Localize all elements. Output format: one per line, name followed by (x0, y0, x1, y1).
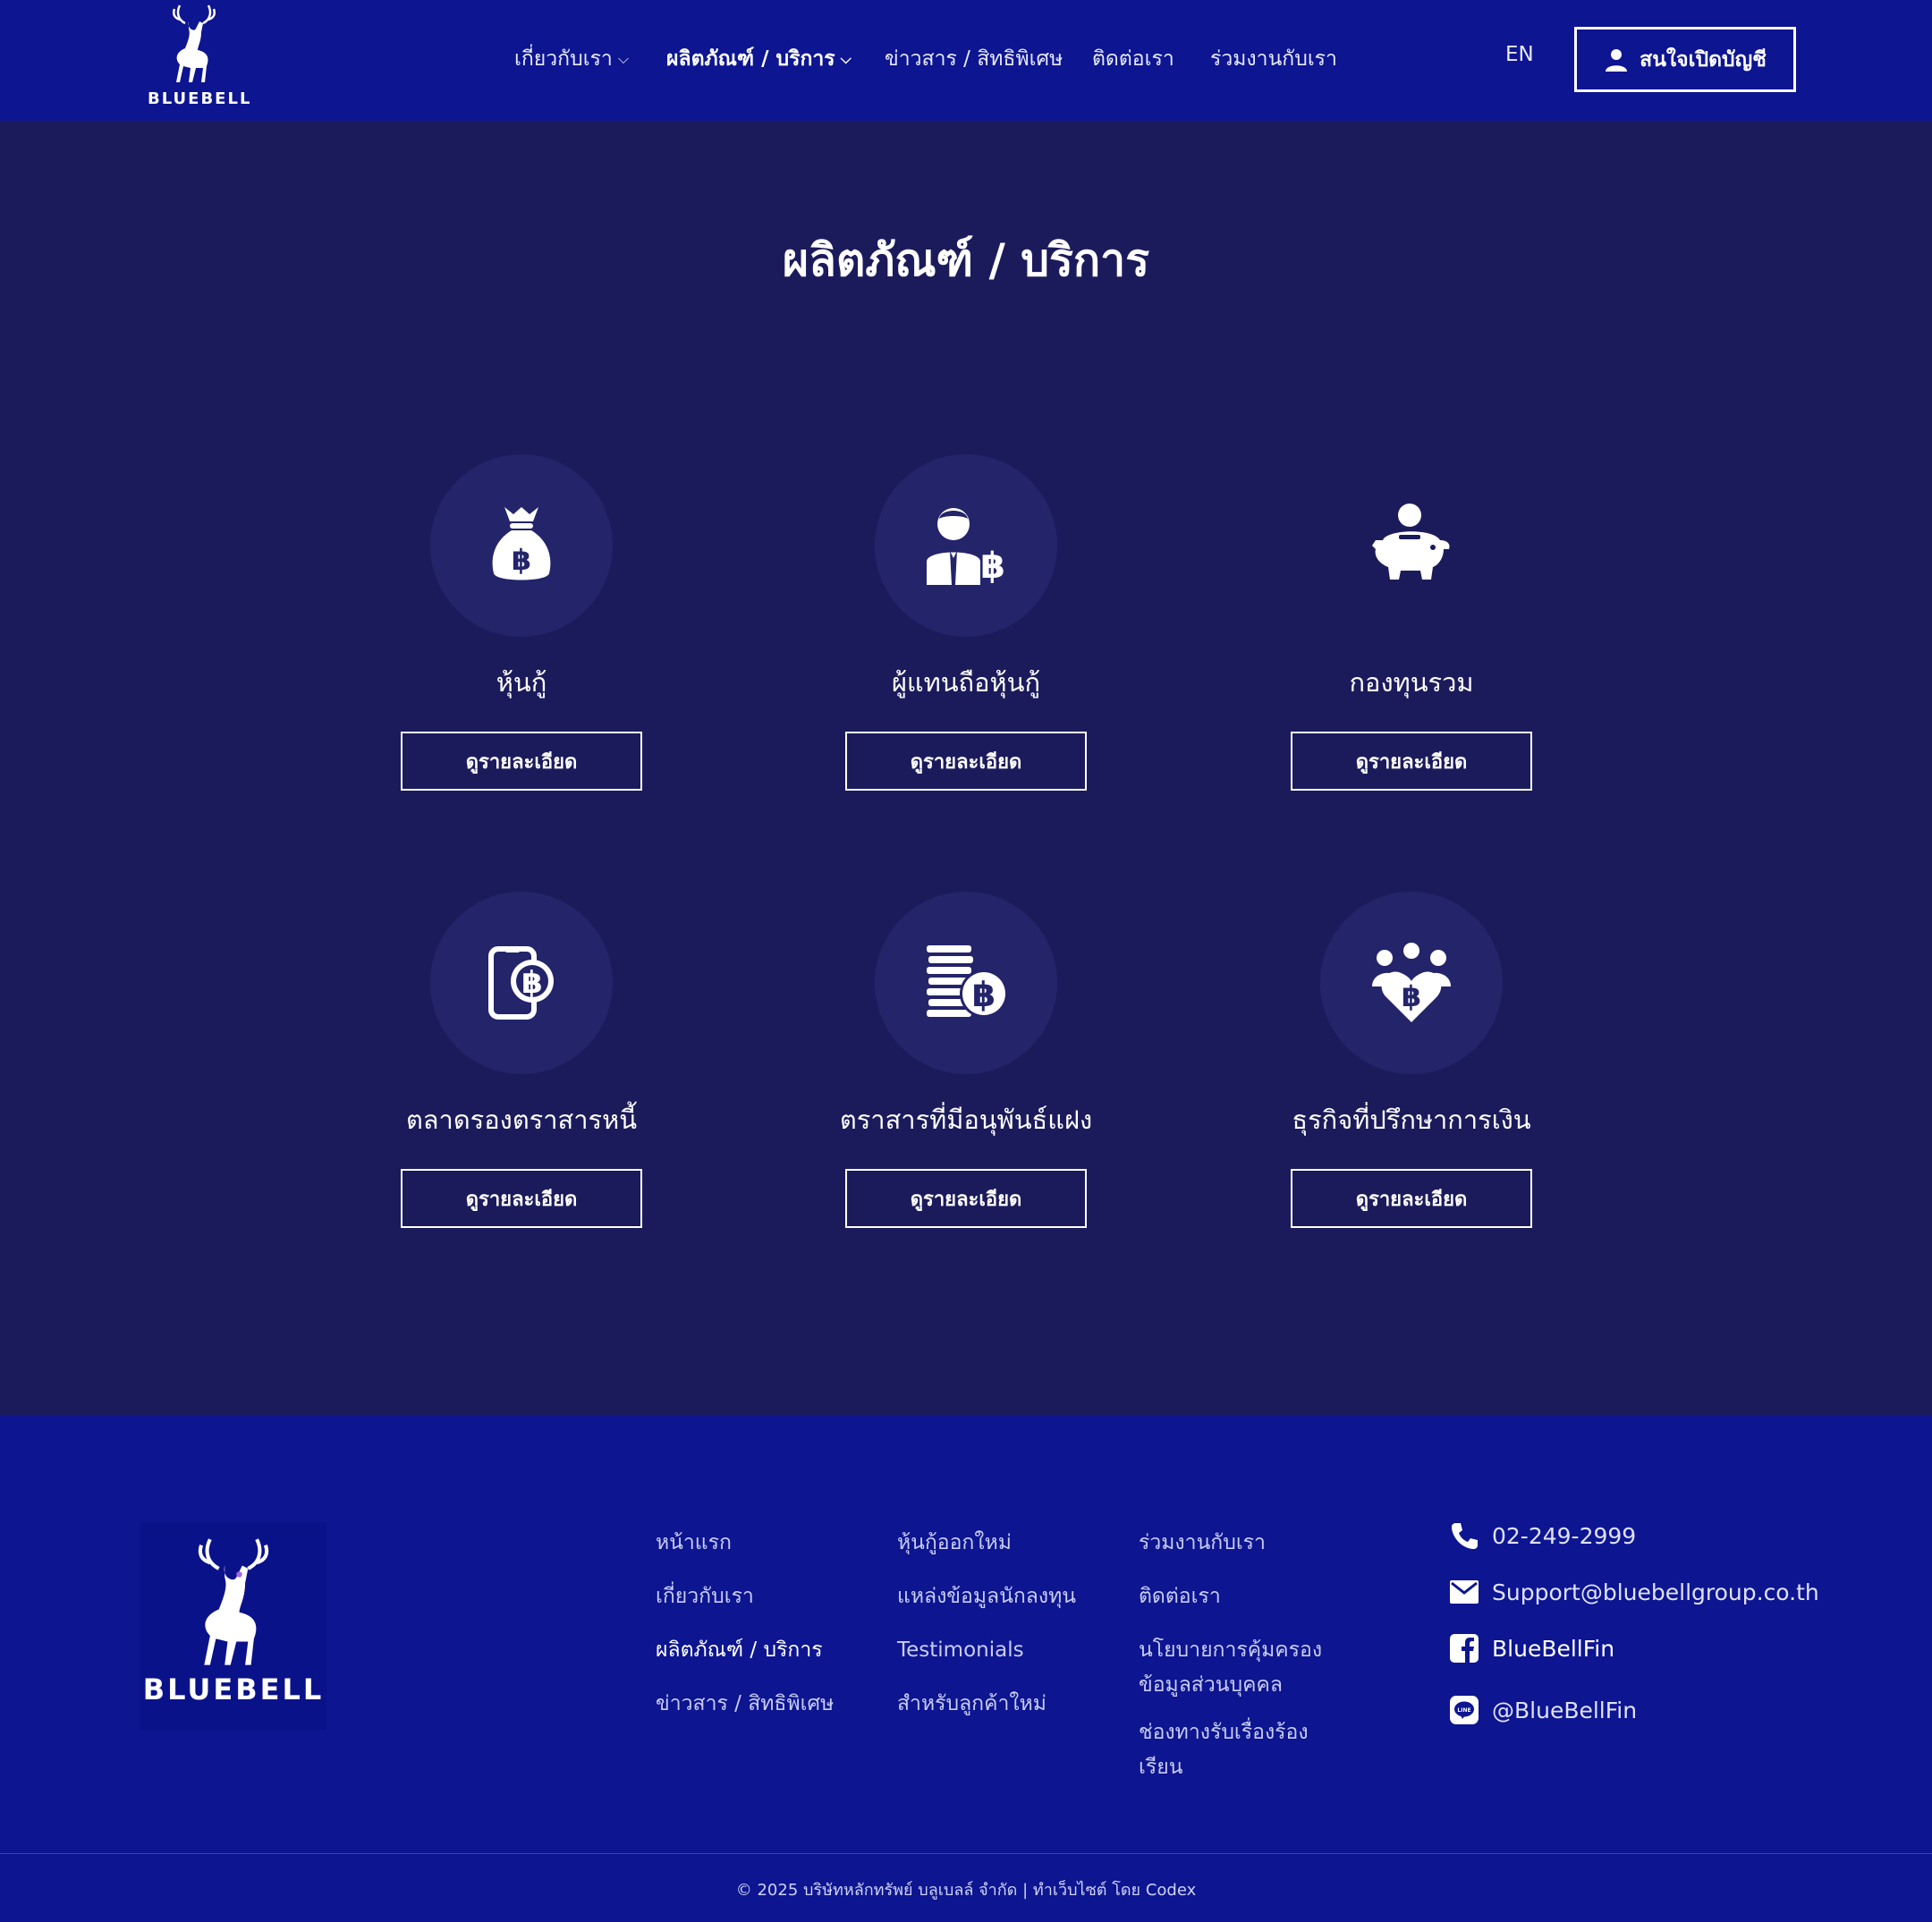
phone-icon (1449, 1520, 1479, 1551)
user-icon (1606, 48, 1628, 72)
nav-news-label: ข่าวสาร / สิทธิพิเศษ (885, 47, 1063, 71)
detail-button[interactable]: ดูรายละเอียด (845, 732, 1087, 791)
footer-logo[interactable]: BLUEBELL (140, 1522, 326, 1730)
open-account-label: สนใจเปิดบัญชี (1640, 47, 1767, 72)
facebook-icon (1449, 1633, 1479, 1664)
footer-link-privacy-policy[interactable]: นโยบายการคุ้มครอง ข้อมูลส่วนบุคคล (1139, 1633, 1322, 1703)
svg-text:฿: ฿ (980, 546, 1005, 587)
coins-baht-icon: ฿ (927, 945, 1008, 1018)
detail-button[interactable]: ดูรายละเอียด (401, 732, 642, 791)
contact-facebook[interactable]: BlueBellFin (1449, 1633, 1614, 1664)
icon-circle: ฿ (875, 892, 1057, 1074)
nav-products-label: ผลิตภัณฑ์ / บริการ (666, 47, 835, 71)
chevron-down-icon: ⌵ (840, 50, 852, 67)
agent-baht-icon: ฿ (927, 508, 1005, 587)
footer-link-new-customers[interactable]: สำหรับลูกค้าใหม่ (897, 1687, 1046, 1722)
nav-products[interactable]: ผลิตภัณฑ์ / บริการ ⌵ (666, 43, 852, 75)
brand-name: BLUEBELL (148, 89, 252, 108)
nav-about[interactable]: เกี่ยวกับเรา ⌵ (514, 43, 629, 75)
footer-link-careers[interactable]: ร่วมงานกับเรา (1139, 1526, 1266, 1561)
footer-link-testimonials[interactable]: Testimonials (897, 1633, 1024, 1668)
footer-link-products[interactable]: ผลิตภัณฑ์ / บริการ (656, 1633, 823, 1668)
header: BLUEBELL เกี่ยวกับเรา ⌵ ผลิตภัณฑ์ / บริกา… (0, 0, 1932, 121)
detail-button[interactable]: ดูรายละเอียด (1291, 732, 1532, 791)
phone-number: 02-249-2999 (1492, 1522, 1637, 1549)
footer-link-news[interactable]: ข่าวสาร / สิทธิพิเศษ (656, 1687, 834, 1722)
detail-button[interactable]: ดูรายละเอียด (1291, 1169, 1532, 1228)
card-title: ตลาดรองตราสารหนี้ (405, 1105, 638, 1135)
complaints-line-2: เรียน (1139, 1756, 1183, 1779)
svg-text:฿: ฿ (512, 543, 531, 577)
privacy-line-1: นโยบายการคุ้มครอง (1139, 1638, 1323, 1662)
icon-circle: ฿ (1320, 892, 1503, 1074)
footer-link-new-debentures[interactable]: หุ้นกู้ออกใหม่ (897, 1526, 1012, 1561)
icon-circle: ฿ (430, 892, 613, 1074)
svg-text:฿: ฿ (521, 965, 543, 1001)
footer-divider (0, 1853, 1932, 1854)
deer-logo-icon (173, 4, 216, 82)
footer-link-complaints[interactable]: ช่องทางรับเรื่องร้อง เรียน (1139, 1715, 1309, 1785)
page-title: ผลิตภัณฑ์ / บริการ (782, 234, 1150, 286)
svg-text:฿: ฿ (1402, 979, 1421, 1013)
open-account-button[interactable]: สนใจเปิดบัญชี (1574, 27, 1796, 92)
mobile-baht-icon: ฿ (488, 946, 554, 1020)
nav-news[interactable]: ข่าวสาร / สิทธิพิเศษ (885, 43, 1063, 75)
icon-circle (1320, 454, 1503, 637)
svg-text:LINE: LINE (1457, 1707, 1470, 1714)
detail-button[interactable]: ดูรายละเอียด (845, 1169, 1087, 1228)
group-heart-baht-icon: ฿ (1372, 943, 1451, 1022)
line-icon: LINE (1449, 1695, 1479, 1725)
card-title: หุ้นกู้ (496, 667, 547, 698)
icon-circle: ฿ (430, 454, 613, 637)
footer: BLUEBELL หน้าแรก เกี่ยวกับเรา ผลิตภัณฑ์ … (0, 1415, 1932, 1922)
email-address: Support@bluebellgroup.co.th (1492, 1579, 1819, 1605)
language-switch[interactable]: EN (1505, 43, 1534, 66)
nav-about-label: เกี่ยวกับเรา (514, 47, 613, 71)
footer-link-about[interactable]: เกี่ยวกับเรา (656, 1579, 754, 1614)
money-bag-icon: ฿ (492, 507, 551, 580)
deer-logo-icon (198, 1538, 269, 1665)
brand-logo[interactable]: BLUEBELL (148, 4, 252, 108)
footer-link-investor-info[interactable]: แหล่งข้อมูลนักลงทุน (897, 1579, 1076, 1614)
contact-line[interactable]: LINE @BlueBellFin (1449, 1695, 1637, 1725)
footer-brand-name: BLUEBELL (142, 1672, 325, 1706)
contact-phone[interactable]: 02-249-2999 (1449, 1520, 1636, 1551)
nav-careers[interactable]: ร่วมงานกับเรา (1210, 43, 1337, 75)
chevron-down-icon: ⌵ (617, 50, 629, 67)
nav-contact[interactable]: ติดต่อเรา (1092, 43, 1174, 75)
detail-button[interactable]: ดูรายละเอียด (401, 1169, 642, 1228)
privacy-line-2: ข้อมูลส่วนบุคคล (1139, 1673, 1283, 1697)
mail-icon (1449, 1577, 1479, 1607)
footer-link-contact[interactable]: ติดต่อเรา (1139, 1579, 1221, 1614)
contact-email[interactable]: Support@bluebellgroup.co.th (1449, 1577, 1819, 1607)
nav-contact-label: ติดต่อเรา (1092, 47, 1174, 71)
svg-text:฿: ฿ (972, 975, 996, 1014)
card-title: กองทุนรวม (1349, 667, 1474, 698)
nav-careers-label: ร่วมงานกับเรา (1210, 47, 1337, 71)
copyright: © 2025 บริษัทหลักทรัพย์ บลูเบลล์ จำกัด |… (735, 1881, 1197, 1900)
piggy-bank-icon (1372, 504, 1450, 580)
line-handle: @BlueBellFin (1492, 1697, 1638, 1723)
card-title: ผู้แทนถือหุ้นกู้ (891, 667, 1041, 698)
card-title: ตราสารที่มีอนุพันธ์แฝง (839, 1105, 1093, 1135)
complaints-line-1: ช่องทางรับเรื่องร้อง (1139, 1721, 1309, 1744)
facebook-handle: BlueBellFin (1492, 1635, 1615, 1662)
footer-link-home[interactable]: หน้าแรก (656, 1526, 732, 1561)
icon-circle: ฿ (875, 454, 1057, 637)
card-title: ธุรกิจที่ปรึกษาการเงิน (1292, 1105, 1531, 1135)
